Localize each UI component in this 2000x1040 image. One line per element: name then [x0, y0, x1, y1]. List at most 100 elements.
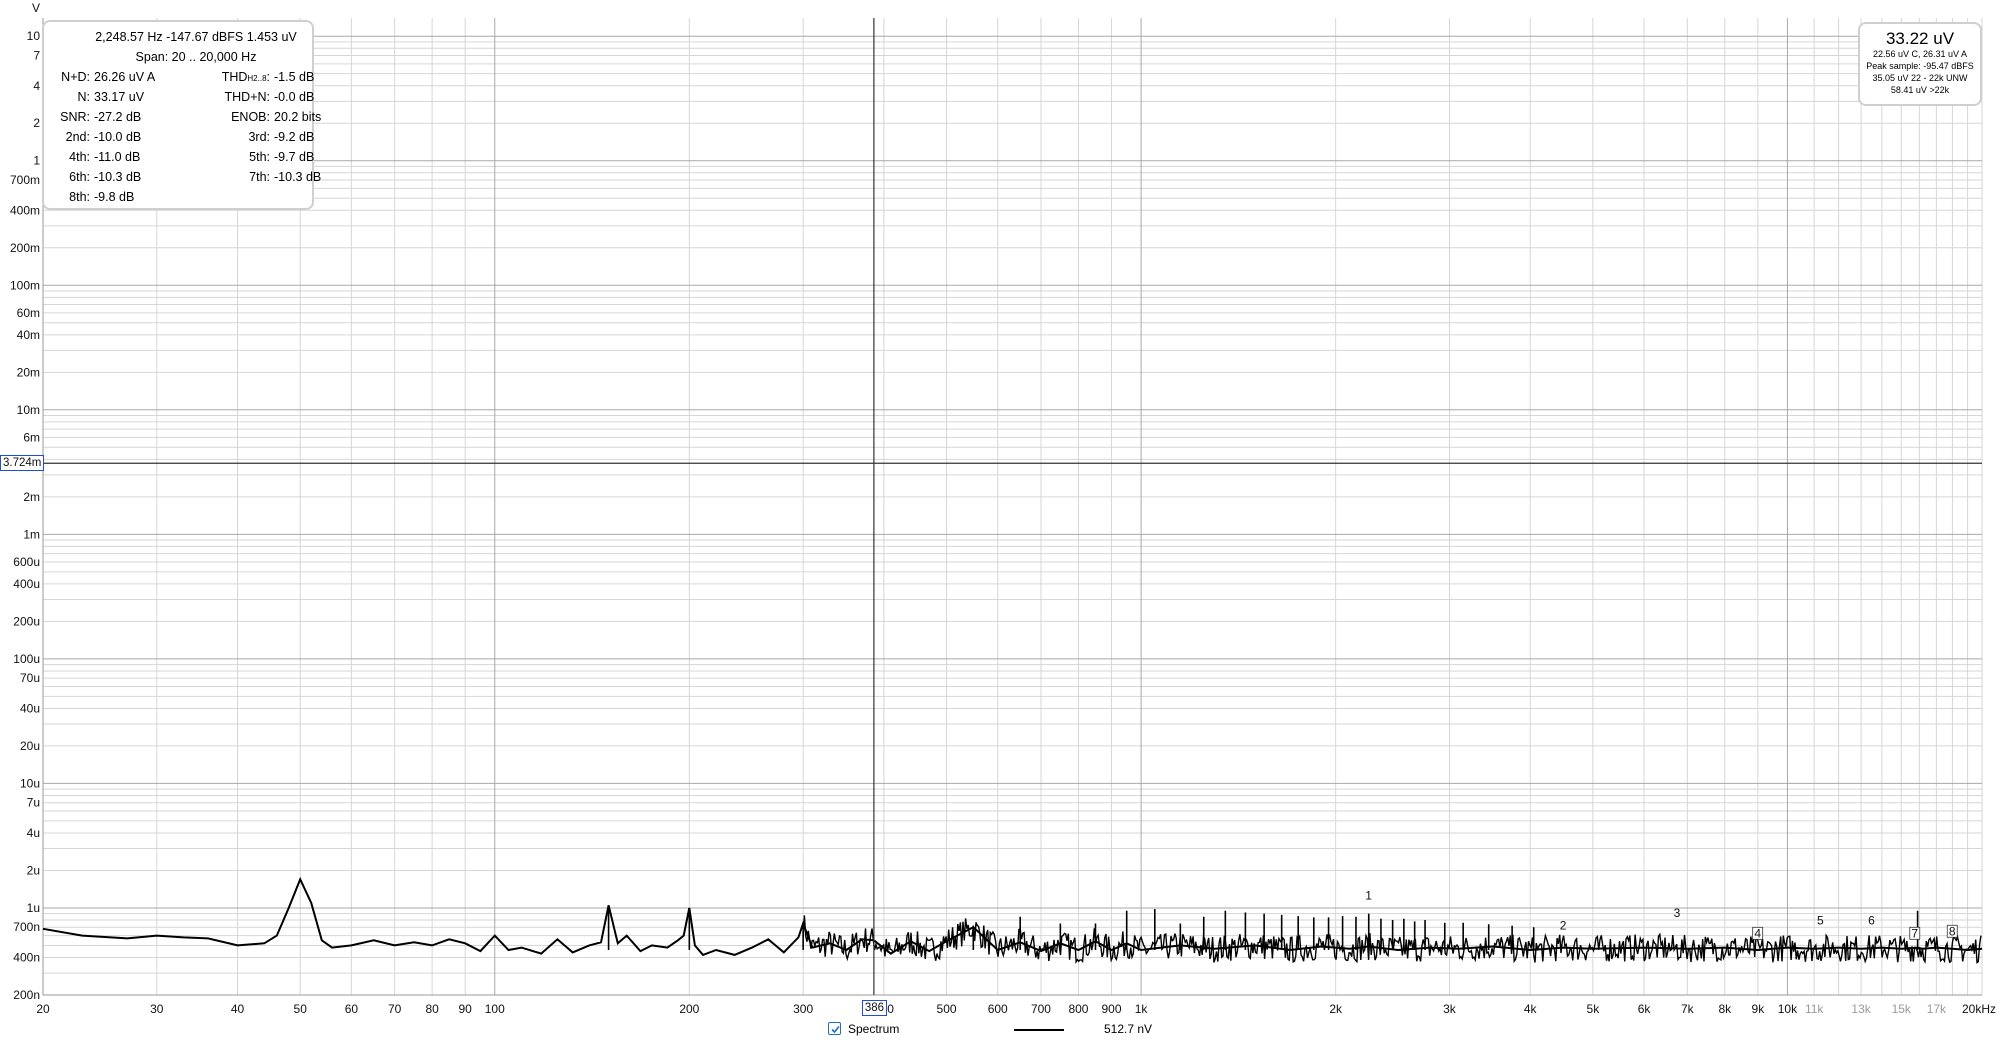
stat-value: -27.2 dB [94, 110, 142, 124]
y-tick-label: 400u [13, 577, 40, 591]
x-cursor-readout[interactable]: 386 [861, 1000, 888, 1016]
stat-label: 8th: [69, 190, 90, 204]
x-tick-label: 6k [1638, 1002, 1652, 1016]
x-tick-label: 5k [1587, 1002, 1601, 1016]
harmonic-marker-label: 5 [1817, 913, 1824, 927]
stat-label: THDH2..8: [184, 68, 270, 88]
stat-label: 5th: [184, 148, 270, 168]
span-readout: Span: 20 .. 20,000 Hz [135, 50, 257, 64]
stat-label-text: 7th: [249, 170, 270, 184]
stat-value: -1.5 dB [274, 70, 315, 84]
stat-label: 2nd: [65, 130, 90, 144]
y-tick-label: 600u [13, 555, 40, 569]
measurement-stats-panel: 2,248.57 Hz -147.67 dBFS 1.453 uV Span: … [42, 20, 321, 210]
stats-row: 8th: -9.8 dB [44, 188, 312, 206]
y-tick-label: 100u [13, 652, 40, 666]
stat-value: -10.3 dB [94, 170, 142, 184]
x-tick-label: 17k [1927, 1002, 1947, 1016]
y-tick-label: 1 [33, 154, 40, 168]
stat-value: -11.0 dB [94, 150, 141, 164]
stat-label-text: 5th: [249, 150, 270, 164]
x-tick-label: 70 [388, 1002, 402, 1016]
x-tick-label: 3k [1443, 1002, 1457, 1016]
x-tick-label: 1k [1135, 1002, 1149, 1016]
y-cursor-readout[interactable]: 3.724m [0, 455, 45, 472]
x-tick-label: 20kHz [1962, 1002, 1996, 1016]
stat-value: -9.7 dB [274, 150, 315, 164]
y-tick-label: 20u [20, 739, 40, 753]
y-tick-label: 100m [10, 278, 40, 292]
stat-label: SNR: [60, 110, 90, 124]
stats-row: 4th: -11.0 dB 5th: -9.7 dB [44, 148, 314, 168]
x-tick-label: 900 [1102, 1002, 1122, 1016]
y-tick-label: 4u [27, 826, 40, 840]
x-tick-label: 7k [1681, 1002, 1695, 1016]
spectrum-checkbox[interactable] [828, 1022, 841, 1035]
stat-label-text: ENOB: [231, 110, 270, 124]
harmonic-marker-label: 2 [1560, 919, 1567, 933]
legend-series-label: Spectrum [848, 1022, 900, 1036]
x-tick-label: 20 [36, 1002, 50, 1016]
harmonic-marker-label: 6 [1868, 913, 1875, 927]
stat-value: -9.8 dB [94, 190, 135, 204]
meter-line-4: 58.41 uV >22k [1890, 85, 1950, 95]
y-tick-label: 40u [20, 701, 40, 715]
checkmark-icon [831, 1025, 840, 1034]
meter-line-3: 35.05 uV 22 - 22k UNW [1872, 73, 1968, 83]
stat-label: 6th: [69, 170, 90, 184]
stat-value: -9.2 dB [274, 130, 315, 144]
x-tick-label: 8k [1718, 1002, 1732, 1016]
y-tick-label: 1u [27, 901, 40, 915]
x-tick-label: 10k [1778, 1002, 1798, 1016]
y-tick-label: 10u [20, 776, 40, 790]
stats-row: N: 33.17 uV THD+N: -0.0 dB [44, 88, 315, 108]
stats-row: 6th: -10.3 dB 7th: -10.3 dB [44, 168, 321, 186]
x-tick-label: 2k [1329, 1002, 1343, 1016]
legend-level: 512.7 nV [1104, 1022, 1153, 1036]
harmonic-marker-label: 1 [1365, 888, 1372, 902]
meter-line-1: 22.56 uV C, 26.31 uV A [1872, 49, 1968, 59]
stat-label-text: THD [221, 70, 248, 84]
y-tick-label: 10m [17, 403, 40, 417]
stats-row: 2nd: -10.0 dB 3rd: -9.2 dB [44, 128, 315, 148]
stat-value: -10.0 dB [94, 130, 142, 144]
y-tick-label: 4 [33, 79, 40, 93]
harmonic-marker-label: 8 [1949, 924, 1956, 938]
stat-label: THD+N: [184, 88, 271, 108]
level-meter-panel: 33.22 uV 22.56 uV C, 26.31 uV A Peak sam… [1858, 22, 1982, 106]
y-tick-label: 1m [23, 527, 40, 541]
stat-value: 20.2 bits [274, 110, 322, 124]
x-tick-label: 300 [793, 1002, 813, 1016]
y-tick-label: 200u [13, 614, 40, 628]
stat-label: N+D: [61, 70, 90, 84]
harmonic-marker-label: 4 [1754, 926, 1761, 940]
x-tick-label: 60 [345, 1002, 359, 1016]
y-tick-label: 20m [17, 365, 40, 379]
legend-line-swatch [1014, 1029, 1064, 1031]
x-tick-label: 4k [1524, 1002, 1538, 1016]
x-tick-label: 30 [150, 1002, 164, 1016]
stat-label: 3rd: [184, 128, 270, 148]
stat-value: -10.3 dB [274, 170, 322, 184]
x-tick-label: 800 [1068, 1002, 1088, 1016]
x-tick-label: 80 [425, 1002, 439, 1016]
y-tick-label: 2u [27, 863, 40, 877]
meter-main-value: 33.22 uV [1885, 29, 1955, 48]
y-tick-label: 60m [17, 306, 40, 320]
y-tick-label: 7 [33, 48, 40, 62]
stats-row: N+D: 26.26 uV A THDH2..8: -1.5 dB [44, 68, 314, 88]
x-tick-label: 9k [1752, 1002, 1766, 1016]
cursor-readout: 2,248.57 Hz -147.67 dBFS 1.453 uV [95, 30, 297, 44]
y-tick-label: 2m [23, 490, 40, 504]
y-tick-label: 70u [20, 671, 40, 685]
stat-value: 26.26 uV A [94, 70, 156, 84]
y-tick-label: 40m [17, 328, 40, 342]
stat-label: N: [77, 90, 91, 104]
x-tick-label: 11k [1805, 1002, 1824, 1016]
y-tick-label: 2 [33, 116, 40, 130]
stat-label-text: THD+N: [224, 90, 271, 104]
y-tick-label: 6m [23, 430, 40, 444]
stat-value: 33.17 uV [94, 90, 145, 104]
harmonic-marker-label: 7 [1911, 926, 1918, 940]
y-tick-label: 400m [10, 203, 40, 217]
